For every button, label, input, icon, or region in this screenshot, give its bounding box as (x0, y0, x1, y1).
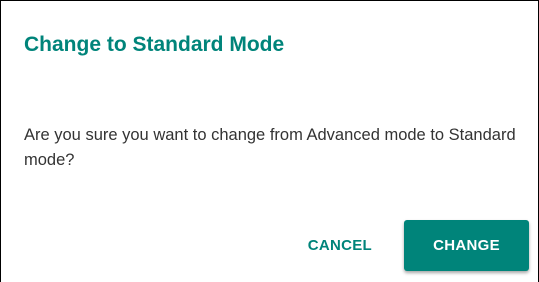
change-button[interactable]: CHANGE (404, 220, 529, 271)
dialog-message: Are you sure you want to change from Adv… (24, 126, 516, 169)
change-mode-dialog: Change to Standard Mode Are you sure you… (0, 0, 539, 282)
cancel-button[interactable]: CANCEL (300, 221, 380, 271)
dialog-actions: CANCEL CHANGE (300, 220, 529, 271)
dialog-title: Change to Standard Mode (24, 33, 285, 56)
